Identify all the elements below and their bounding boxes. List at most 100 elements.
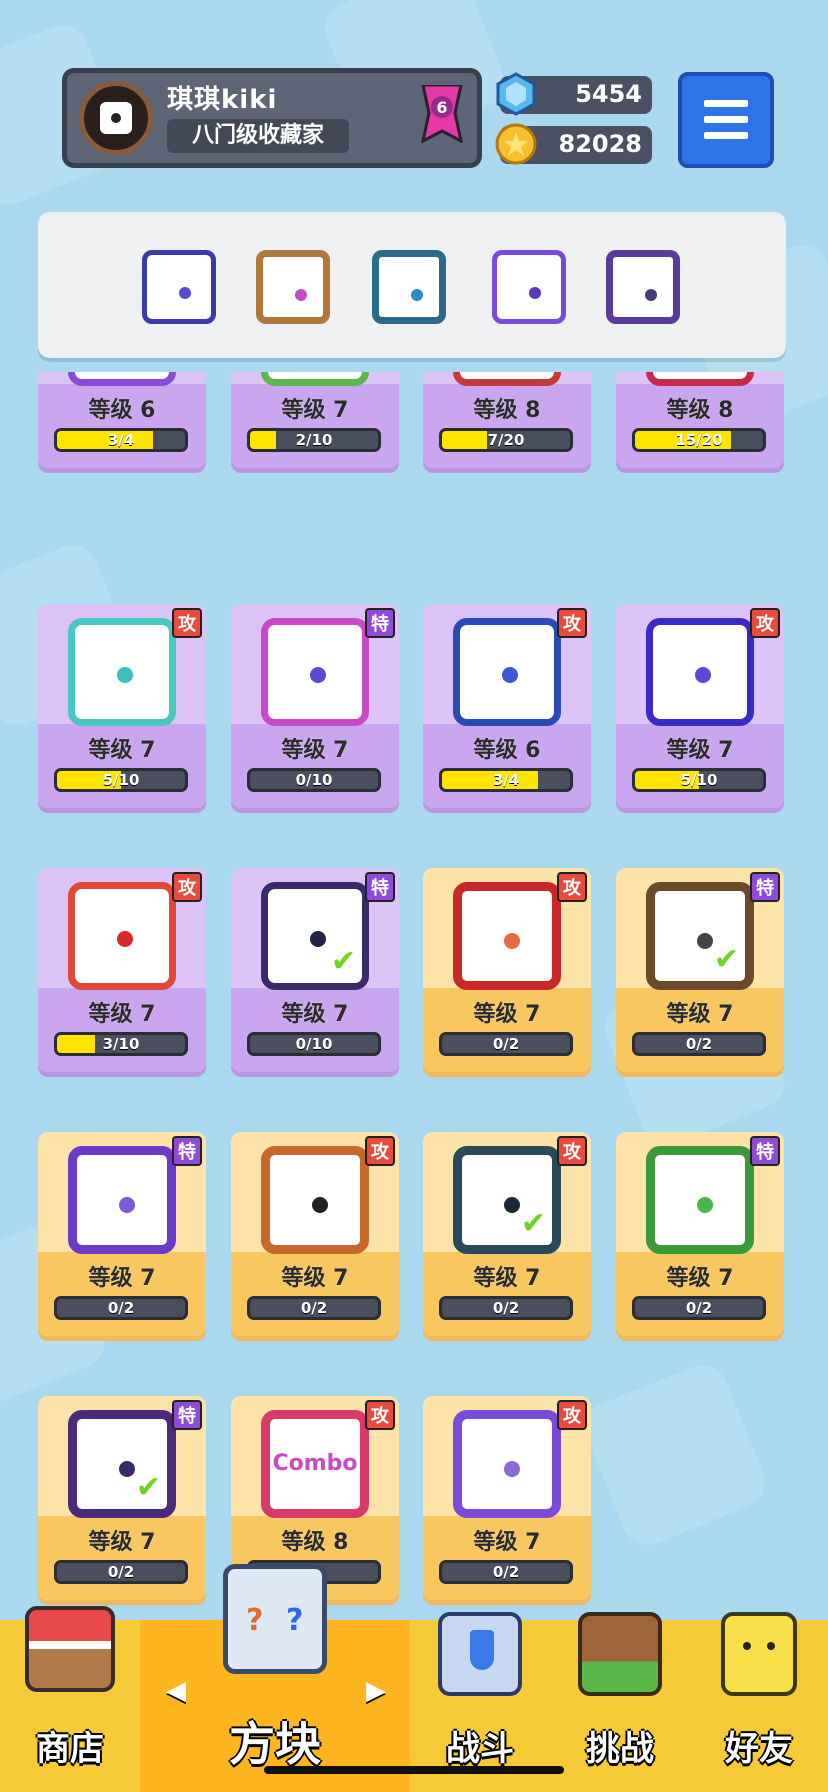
upgrade-progress-bar: 0/10 bbox=[247, 768, 381, 792]
dice-collection-grid: 等级 6 3/4 等级 7 2/10 等级 8 7/20 等级 8 15/20 攻等级 7 5/1… bbox=[0, 372, 828, 1620]
upgrade-progress-text: 0/2 bbox=[685, 1299, 713, 1317]
dice-card[interactable]: 特等级 7 0/2 bbox=[38, 1132, 206, 1336]
dice-level: 等级 8 bbox=[666, 398, 734, 423]
dice-card[interactable]: 攻等级 7 0/2 bbox=[423, 868, 591, 1072]
shatter-dice-icon: ✔ bbox=[261, 882, 369, 990]
target-dice-icon bbox=[68, 1146, 176, 1254]
cross-dice-icon bbox=[646, 372, 754, 386]
deck-slot-5[interactable] bbox=[606, 250, 680, 324]
upgrade-progress-text: 3/10 bbox=[102, 1035, 140, 1053]
upgrade-progress-text: 0/2 bbox=[685, 1035, 713, 1053]
dice-level: 等级 7 bbox=[88, 1530, 156, 1555]
dice-card[interactable]: 等级 6 3/4 bbox=[38, 372, 206, 468]
dice-card[interactable]: ✔ 攻等级 7 0/2 bbox=[423, 1132, 591, 1336]
special-type-badge: 特 bbox=[172, 1136, 202, 1166]
dice-card[interactable]: 攻等级 7 0/2 bbox=[231, 1132, 399, 1336]
upgrade-progress-bar: 5/10 bbox=[54, 768, 188, 792]
mystery-dice-box-icon: ? ? bbox=[223, 1564, 327, 1674]
attack-type-badge: 攻 bbox=[365, 1400, 395, 1430]
dice-card[interactable]: 特等级 7 0/2 bbox=[616, 1132, 784, 1336]
dice-pip bbox=[504, 1461, 520, 1477]
special-type-badge: 特 bbox=[365, 872, 395, 902]
nav-friends[interactable]: 好友 bbox=[690, 1612, 828, 1792]
star-burst-dice-icon bbox=[453, 882, 561, 990]
player-profile-panel[interactable]: 琪琪kiki 八门级收藏家 6 bbox=[62, 68, 482, 168]
dice-pip bbox=[312, 1197, 328, 1213]
coin-counter[interactable]: 82028 bbox=[495, 123, 652, 165]
dice-card[interactable]: 等级 7 2/10 bbox=[231, 372, 399, 468]
upgrade-progress-text: 0/10 bbox=[295, 1035, 333, 1053]
nav-shop-label: 商店 bbox=[36, 1729, 104, 1769]
healing-hands-icon bbox=[179, 287, 191, 299]
dice-card[interactable]: ✔ 特等级 7 0/2 bbox=[616, 868, 784, 1072]
special-type-badge: 特 bbox=[365, 608, 395, 638]
dice-card[interactable]: 攻等级 6 3/4 bbox=[423, 604, 591, 808]
friend-character-icon bbox=[721, 1612, 797, 1696]
upgrade-progress-bar: 0/2 bbox=[632, 1296, 766, 1320]
gun-dice-icon bbox=[261, 1146, 369, 1254]
dark-void-dice-icon: ✔ bbox=[68, 1410, 176, 1518]
nav-prev-arrow-icon[interactable]: ◀ bbox=[166, 1676, 186, 1706]
biohazard-dice-icon bbox=[261, 372, 369, 386]
gem-amount: 5454 bbox=[575, 80, 642, 108]
dice-card[interactable]: 等级 8 7/20 bbox=[423, 372, 591, 468]
dice-pip bbox=[695, 667, 711, 683]
dice-card[interactable]: ✔ 特等级 7 0/10 bbox=[231, 868, 399, 1072]
menu-button[interactable] bbox=[678, 72, 774, 168]
nav-shop[interactable]: 商店 bbox=[0, 1606, 140, 1792]
dice-level: 等级 6 bbox=[88, 398, 156, 423]
deck-slot-4[interactable] bbox=[492, 250, 566, 324]
dice-level: 等级 7 bbox=[666, 1002, 734, 1027]
dice-level: 等级 7 bbox=[281, 738, 349, 763]
upgrade-progress-bar: 7/20 bbox=[439, 428, 573, 452]
dice-card[interactable]: 等级 8 15/20 bbox=[616, 372, 784, 468]
coin-amount: 82028 bbox=[558, 130, 643, 158]
whirlwind-icon bbox=[411, 289, 423, 301]
upgrade-progress-text: 7/20 bbox=[487, 431, 525, 449]
upgrade-progress-text: 0/2 bbox=[300, 1299, 328, 1317]
dice-card[interactable]: 攻等级 7 3/10 bbox=[38, 868, 206, 1072]
upgrade-progress-bar: 0/2 bbox=[632, 1032, 766, 1056]
upgrade-progress-bar: 0/2 bbox=[54, 1296, 188, 1320]
special-type-badge: 特 bbox=[172, 1400, 202, 1430]
dice-card[interactable]: ✔ 特等级 7 0/2 bbox=[38, 1396, 206, 1600]
player-name: 琪琪kiki bbox=[167, 85, 278, 115]
upgrade-progress-text: 3/4 bbox=[492, 771, 520, 789]
upgrade-progress-text: 5/10 bbox=[102, 771, 140, 789]
upgrade-progress-bar: 3/4 bbox=[54, 428, 188, 452]
dice-level: 等级 8 bbox=[473, 398, 541, 423]
dice-level: 等级 7 bbox=[88, 1002, 156, 1027]
bubble-dice-icon bbox=[646, 618, 754, 726]
dice-pip bbox=[119, 1461, 135, 1477]
nav-next-arrow-icon[interactable]: ▶ bbox=[366, 1676, 386, 1706]
upgrade-progress-bar: 0/2 bbox=[439, 1296, 573, 1320]
seaweed-dice-icon bbox=[646, 1146, 754, 1254]
dice-pip bbox=[697, 1197, 713, 1213]
deck-slot-2[interactable] bbox=[256, 250, 330, 324]
dice-card[interactable]: 攻等级 7 5/10 bbox=[616, 604, 784, 808]
attack-type-badge: 攻 bbox=[557, 872, 587, 902]
dice-card[interactable]: 特等级 7 0/10 bbox=[231, 604, 399, 808]
upgrade-progress-text: 0/2 bbox=[107, 1563, 135, 1581]
dice-level: 等级 7 bbox=[473, 1530, 541, 1555]
upgrade-progress-text: 5/10 bbox=[680, 771, 718, 789]
dice-card[interactable]: 攻等级 7 0/2 bbox=[423, 1396, 591, 1600]
challenge-board-icon bbox=[578, 1612, 662, 1696]
dice-pip bbox=[117, 931, 133, 947]
deck-slot-1[interactable] bbox=[142, 250, 216, 324]
gem-counter[interactable]: 5454 bbox=[496, 72, 652, 116]
fire-dice-icon bbox=[68, 882, 176, 990]
dice-pip bbox=[117, 667, 133, 683]
deck-slot-3[interactable] bbox=[372, 250, 446, 324]
upgrade-progress-text: 0/2 bbox=[107, 1299, 135, 1317]
crack-icon bbox=[529, 287, 541, 299]
upgrade-progress-bar: 0/10 bbox=[247, 1032, 381, 1056]
dice-card[interactable]: 攻等级 7 5/10 bbox=[38, 604, 206, 808]
nav-challenge[interactable]: 挑战 bbox=[550, 1612, 690, 1792]
gem-icon bbox=[496, 72, 536, 116]
dice-level: 等级 7 bbox=[666, 1266, 734, 1291]
attack-type-badge: 攻 bbox=[750, 608, 780, 638]
star-dice-icon bbox=[453, 1410, 561, 1518]
dice-level: 等级 7 bbox=[281, 398, 349, 423]
attack-type-badge: 攻 bbox=[557, 1400, 587, 1430]
